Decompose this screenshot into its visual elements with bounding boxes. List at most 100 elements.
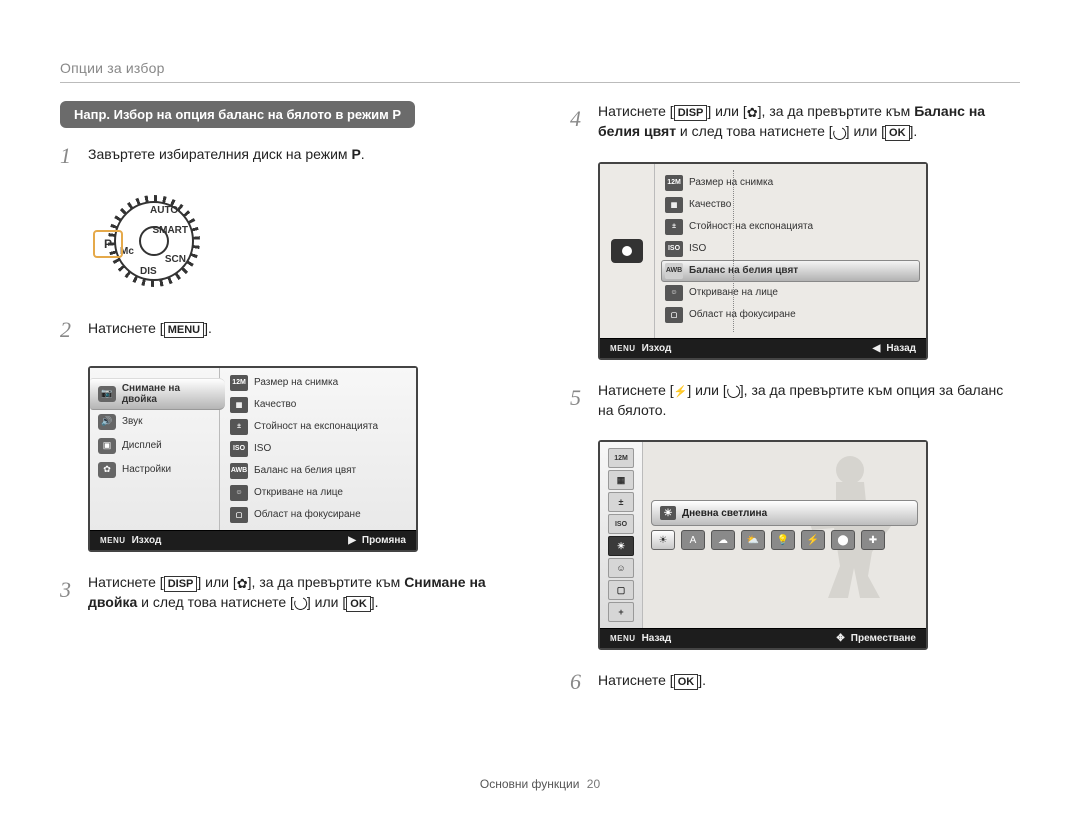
dial-auto-label: AUTO bbox=[150, 205, 178, 216]
menu-row: 12M Размер на снимка bbox=[226, 372, 410, 394]
menu-row-icon: ISO bbox=[665, 241, 683, 257]
wb-option-5: 💡 bbox=[771, 530, 795, 550]
step-4-body: Натиснете [DISP] или [], за да превъртит… bbox=[598, 101, 1010, 142]
step3-t2: ] или [ bbox=[197, 574, 236, 590]
menu-row-icon: ▢ bbox=[230, 507, 248, 523]
vstrip-chip: ISO bbox=[608, 514, 634, 534]
screenB-footer-left: MENU Назад bbox=[610, 633, 671, 644]
menu-row-label: Размер на снимка bbox=[689, 177, 773, 188]
footer-section: Основни функции bbox=[480, 777, 580, 791]
footer-menu-label: MENU bbox=[100, 536, 126, 545]
menu-row-label: Баланс на белия цвят bbox=[689, 265, 798, 276]
screenA-footer-right: ▶ Промяна bbox=[348, 535, 406, 546]
vstrip-chip: ☀ bbox=[608, 536, 634, 556]
footer-right-glyph: ◀ bbox=[873, 343, 881, 354]
mode-dial-inner: AUTO SMART SCN DIS Mc bbox=[114, 201, 194, 281]
step1-p: P bbox=[351, 146, 360, 162]
menu-row: ▢Област на фокусиране bbox=[661, 304, 920, 326]
step-number: 4 bbox=[570, 103, 588, 135]
step-5-body: Натиснете [] или [], за да превъртите къ… bbox=[598, 380, 1010, 421]
menu-row-icon: ISO bbox=[230, 441, 248, 457]
step-number: 1 bbox=[60, 140, 78, 172]
tab-icon: 📷 bbox=[98, 386, 116, 402]
menu-row: ISO ISO bbox=[661, 238, 920, 260]
menu-row-icon: ± bbox=[230, 419, 248, 435]
vstrip-chip: ± bbox=[608, 492, 634, 512]
step3-t6: ]. bbox=[371, 594, 379, 610]
menu-row-label: Област на фокусиране bbox=[689, 309, 796, 320]
vstrip-chip: 12M bbox=[608, 448, 634, 468]
menu-row-label: Размер на снимка bbox=[254, 377, 338, 388]
menu-row-label: Баланс на белия цвят bbox=[254, 465, 356, 476]
step-number: 3 bbox=[60, 574, 78, 606]
tab-label: Звук bbox=[122, 416, 143, 427]
menu-row-icon: ▦ bbox=[665, 197, 683, 213]
footer-right-glyph: ▶ bbox=[348, 535, 356, 546]
camera-icon bbox=[611, 239, 643, 263]
step-2: 2 Натиснете [MENU]. bbox=[60, 318, 500, 346]
tab-icon: 🔊 bbox=[98, 414, 116, 430]
step-1: 1 Завъртете избирателния диск на режим P… bbox=[60, 144, 500, 172]
menu-row-icon: ▦ bbox=[230, 397, 248, 413]
dial-dis-label: DIS bbox=[140, 266, 157, 277]
step3-t4: и след това натиснете [ bbox=[137, 594, 294, 610]
menu-row: 12M Размер на снимка bbox=[661, 172, 920, 194]
footer-change-text: Промяна bbox=[362, 535, 406, 546]
wb-selected-row: ☀ Дневна светлина bbox=[651, 500, 918, 526]
menu-row: ☺ Откриване на лице bbox=[226, 482, 410, 504]
ok-button-label: OK bbox=[346, 596, 371, 612]
page-header-title: Опции за избор bbox=[60, 60, 1020, 83]
step5-t2: ] или [ bbox=[687, 382, 726, 398]
wb-option-8: ✚ bbox=[861, 530, 885, 550]
step3-t1: Натиснете [ bbox=[88, 574, 164, 590]
wb-selected-label: Дневна светлина bbox=[682, 508, 767, 519]
footer-exit-text: Изход bbox=[132, 535, 162, 546]
step3-t5: ] или [ bbox=[307, 594, 346, 610]
step-2-body: Натиснете [MENU]. bbox=[88, 318, 500, 338]
step1-text-a: Завъртете избирателния диск на режим bbox=[88, 146, 351, 162]
wb-option-4: ⛅ bbox=[741, 530, 765, 550]
menu-row-icon: ☺ bbox=[665, 285, 683, 301]
menu-row: AWBБаланс на белия цвят bbox=[661, 260, 920, 282]
dial-smart-label: SMART bbox=[152, 225, 188, 236]
screenC-footer-right: ◀ Назад bbox=[873, 343, 916, 354]
sidebar-tab: 📷 Снимане на двойка bbox=[90, 378, 225, 410]
menu-row-label: Откриване на лице bbox=[254, 487, 343, 498]
menu-row-icon: ☺ bbox=[230, 485, 248, 501]
menu-row-icon: 12M bbox=[230, 375, 248, 391]
step4-t5: ] или [ bbox=[846, 123, 885, 139]
wb-option-2: A bbox=[681, 530, 705, 550]
step-1-body: Завъртете избирателния диск на режим P. bbox=[88, 144, 500, 164]
step4-t6: ]. bbox=[910, 123, 918, 139]
tab-label: Снимане на двойка bbox=[122, 383, 217, 405]
menu-row-label: Област на фокусиране bbox=[254, 509, 361, 520]
screenA-footer-left: MENU Изход bbox=[100, 535, 161, 546]
step4-t1: Натиснете [ bbox=[598, 103, 674, 119]
sidebar-tab: 🔊 Звук bbox=[90, 410, 219, 434]
menu-row-label: Качество bbox=[689, 199, 731, 210]
screen-menu-a: 📷Снимане на двойка🔊Звук▣Дисплей✿Настройк… bbox=[88, 366, 418, 552]
vstrip-chip: ▢ bbox=[608, 580, 634, 600]
ok-button-label: OK bbox=[674, 674, 699, 690]
screen-menu-c: 12M Размер на снимка ▦ Качество ±Стойност на… bbox=[598, 162, 928, 360]
step-number: 6 bbox=[570, 666, 588, 698]
tab-icon: ▣ bbox=[98, 438, 116, 454]
disp-button-label: DISP bbox=[164, 576, 198, 592]
flower-icon bbox=[237, 577, 248, 590]
disp-button-label: DISP bbox=[674, 105, 708, 121]
menu-row: ±Стойност на експонацията bbox=[661, 216, 920, 238]
step-number: 2 bbox=[60, 314, 78, 346]
menu-row-label: ISO bbox=[689, 243, 706, 254]
screenB-footer-right: ✥ Преместване bbox=[836, 633, 916, 644]
step-6: 6 Натиснете [OK]. bbox=[570, 670, 1010, 698]
menu-row-icon: 12M bbox=[665, 175, 683, 191]
menu-row-icon: AWB bbox=[230, 463, 248, 479]
vstrip-chip: + bbox=[608, 602, 634, 622]
page-footer: Основни функции 20 bbox=[0, 777, 1080, 791]
menu-row-label: Качество bbox=[254, 399, 296, 410]
step1-tail: . bbox=[361, 146, 365, 162]
mode-dial-p-highlight: P bbox=[93, 230, 123, 258]
menu-row: ▢ Област на фокусиране bbox=[226, 504, 410, 526]
menu-row-label: ISO bbox=[254, 443, 271, 454]
step3-t3: ], за да превъртите към bbox=[248, 574, 405, 590]
